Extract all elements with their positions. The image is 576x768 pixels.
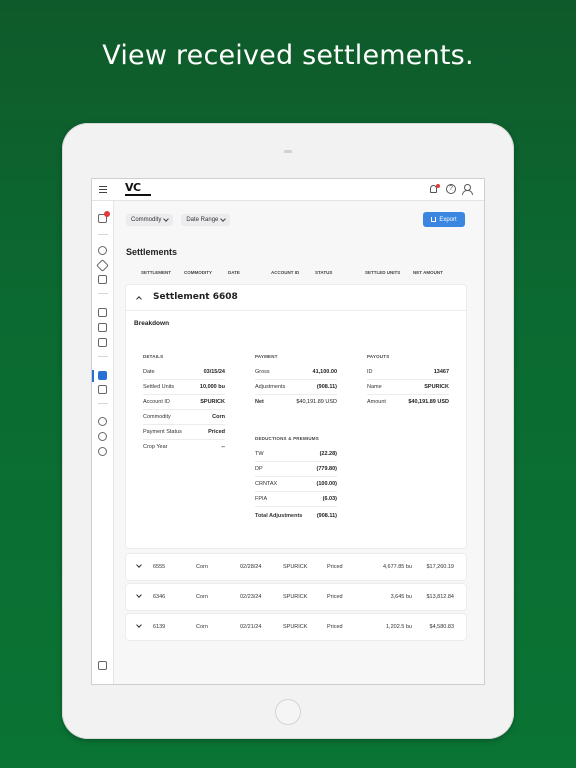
detail-row: Date 03/15/24	[143, 365, 225, 380]
export-icon	[431, 217, 437, 222]
col-settlement[interactable]: SETTLEMENT	[141, 270, 171, 275]
col-status[interactable]: STATUS	[315, 270, 332, 275]
main-content: Commodity Date Range Export Settlements …	[114, 201, 484, 684]
silo-icon[interactable]	[98, 338, 107, 347]
detail-row: Crop Year --	[143, 444, 225, 450]
breakdown-heading: Breakdown	[134, 320, 170, 327]
settlement-row[interactable]: 6346 Corn 02/23/24 SPURICK Priced 3,645 …	[126, 584, 466, 610]
chevron-down-icon	[163, 216, 170, 222]
chevron-down-icon[interactable]	[136, 562, 142, 568]
detail-row: Settled Units 10,000 bu	[143, 380, 225, 395]
payouts-heading: PAYOUTS	[367, 354, 390, 359]
chevron-down-icon[interactable]	[136, 592, 142, 598]
tag-icon[interactable]	[96, 259, 109, 272]
headline: View received settlements.	[102, 40, 474, 71]
globe-icon-3[interactable]	[98, 447, 107, 456]
payment-row: Gross 41,100.00	[255, 365, 337, 380]
deduction-row: CRNTAX (100.00)	[255, 477, 337, 492]
camera	[284, 150, 292, 153]
settlement-title: Settlement 6608	[153, 292, 238, 302]
collapse-sidebar-icon[interactable]	[98, 661, 107, 670]
inbox-badge	[104, 211, 110, 217]
chevron-down-icon[interactable]	[136, 622, 142, 628]
chevron-up-icon[interactable]	[136, 296, 142, 302]
app-screen: VC ? Commodity Date Range Export Settlem…	[91, 178, 485, 685]
commodity-filter[interactable]: Commodity	[126, 214, 174, 226]
payout-row: ID 13467	[367, 365, 449, 380]
col-account-id[interactable]: ACCOUNT ID	[271, 270, 299, 275]
page-title: Settlements	[126, 247, 178, 257]
chevron-down-icon	[220, 216, 227, 222]
hamburger-menu-icon[interactable]	[99, 186, 107, 193]
home-button[interactable]	[275, 699, 301, 725]
col-date[interactable]: DATE	[228, 270, 240, 275]
sliders-icon[interactable]	[98, 275, 107, 284]
tablet-frame: VC ? Commodity Date Range Export Settlem…	[62, 123, 514, 739]
globe-icon[interactable]	[98, 417, 107, 426]
help-icon[interactable]: ?	[446, 184, 456, 194]
deduction-row: TW (22.28)	[255, 447, 337, 462]
archive-icon[interactable]	[98, 308, 107, 317]
col-net-amount[interactable]: NET AMOUNT	[413, 270, 443, 275]
user-profile-icon[interactable]	[462, 184, 473, 195]
company-logo: VC	[125, 182, 153, 198]
payout-row: Amount $40,191.89 USD	[367, 399, 449, 405]
settlement-row[interactable]: 6139 Corn 02/21/24 SPURICK Priced 1,202.…	[126, 614, 466, 640]
deduction-row: FPIA (6.03)	[255, 492, 337, 507]
detail-row: Commodity Corn	[143, 410, 225, 425]
deductions-heading: DEDUCTIONS & PREMIUMS	[255, 436, 319, 441]
payout-row: Name SPURICK	[367, 380, 449, 395]
export-button[interactable]: Export	[423, 212, 465, 227]
payment-row: Adjustments (908.11)	[255, 380, 337, 395]
globe-icon-2[interactable]	[98, 432, 107, 441]
column-headers: SETTLEMENT COMMODITY DATE ACCOUNT ID STA…	[126, 270, 465, 278]
detail-row: Account ID SPURICK	[143, 395, 225, 410]
top-bar: VC ?	[92, 179, 484, 201]
detail-row: Payment Status Priced	[143, 425, 225, 440]
wallet-icon[interactable]	[98, 385, 107, 394]
logo-text: VC	[125, 181, 141, 194]
details-heading: DETAILS	[143, 354, 164, 359]
settlement-row[interactable]: 6555 Corn 02/28/24 SPURICK Priced 4,677.…	[126, 554, 466, 580]
settlement-card-expanded: Settlement 6608 Breakdown DETAILS Date 03…	[126, 285, 466, 548]
total-adjustments-row: Total Adjustments (908.11)	[255, 513, 337, 519]
col-commodity[interactable]: COMMODITY	[184, 270, 212, 275]
col-settled-units[interactable]: SETTLED UNITS	[365, 270, 400, 275]
sidebar	[92, 201, 114, 684]
payment-net-row: Net $40,191.89 USD	[255, 399, 337, 405]
deduction-row: DP (779.80)	[255, 462, 337, 477]
date-range-filter[interactable]: Date Range	[181, 214, 231, 226]
notifications-bell-icon[interactable]	[430, 184, 440, 194]
contract-icon[interactable]	[98, 323, 107, 332]
payment-heading: PAYMENT	[255, 354, 278, 359]
leaf-icon[interactable]	[98, 246, 107, 255]
settlements-icon[interactable]	[98, 371, 107, 380]
settlement-card-header[interactable]: Settlement 6608	[126, 285, 466, 311]
